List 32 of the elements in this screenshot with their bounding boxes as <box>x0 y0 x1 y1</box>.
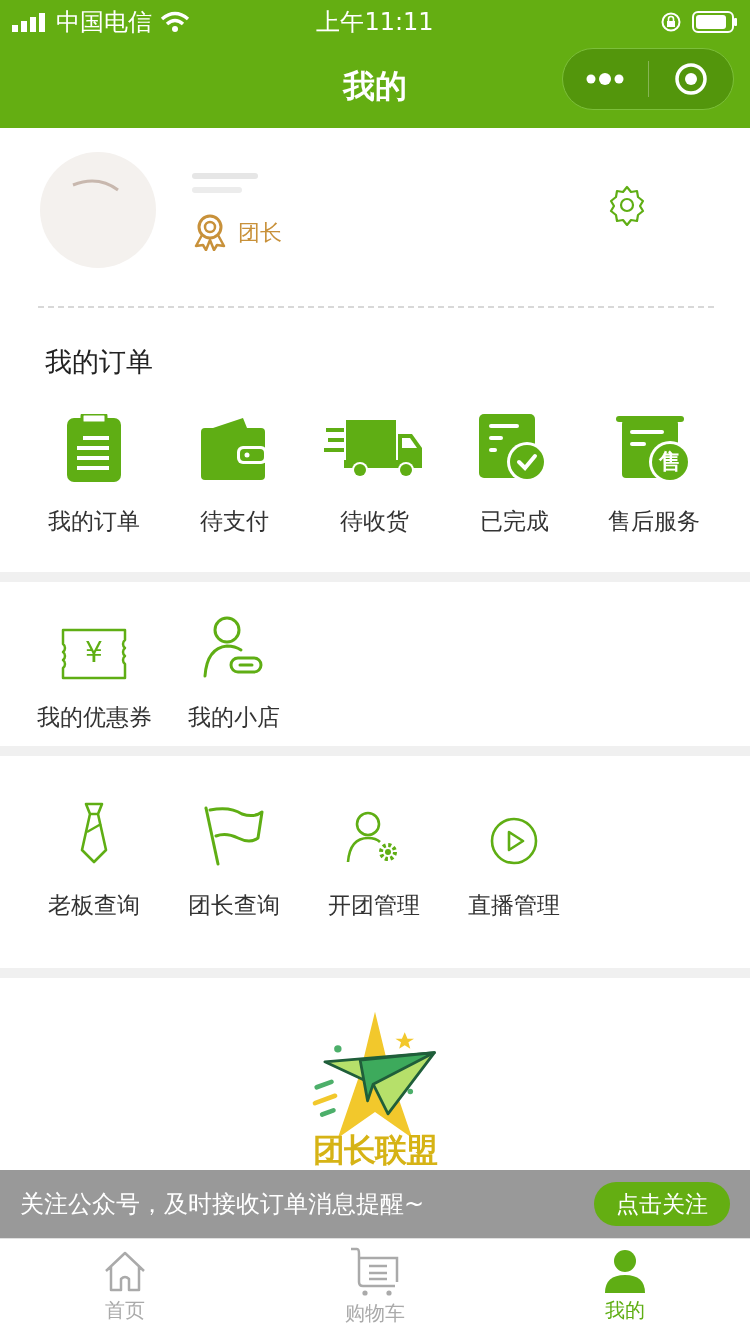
battery-icon <box>692 10 738 34</box>
menu-item[interactable]: 团长查询 <box>164 786 304 968</box>
page-title: 我的 <box>343 66 407 107</box>
medal-icon <box>192 213 228 251</box>
rotation-lock-icon <box>660 11 682 33</box>
menu-item[interactable]: 老板查询 <box>24 786 164 968</box>
menu-item[interactable]: 售 售后服务 <box>584 404 724 539</box>
menu-item[interactable]: 待收货 <box>304 404 444 539</box>
yen-glyph: ¥ <box>84 636 104 670</box>
ticket-drawing <box>61 628 127 680</box>
more-icon <box>585 73 626 85</box>
menu-item[interactable]: 我的订单 <box>24 404 164 539</box>
menu-item[interactable]: 我的小店 <box>164 600 304 746</box>
section-title: 我的订单 <box>44 345 154 379</box>
role-label: 团长 <box>238 218 282 247</box>
flag-icon <box>202 806 266 866</box>
menu-item[interactable]: 待支付 <box>164 404 304 539</box>
carrier-name: 中国电信 <box>56 7 152 38</box>
close-target-icon <box>673 62 708 96</box>
play-icon <box>489 816 539 866</box>
signal-icon <box>12 12 48 32</box>
clock-time: 上午11:11 <box>316 7 434 38</box>
menu-item[interactable]: ¥ 我的优惠券 <box>24 600 164 746</box>
cart-icon <box>349 1245 401 1296</box>
banner-message: 关注公众号，及时接收订单消息提醒~ <box>20 1189 425 1220</box>
menu-item[interactable]: 直播管理 <box>444 786 584 968</box>
user-icon <box>603 1248 647 1293</box>
service-glyph: 售 <box>658 449 682 475</box>
logo-text: 团长联盟 <box>313 1130 437 1171</box>
menu-item[interactable]: 已完成 <box>444 404 584 539</box>
wifi-icon <box>160 11 190 33</box>
menu-item[interactable]: 开团管理 <box>304 786 444 968</box>
